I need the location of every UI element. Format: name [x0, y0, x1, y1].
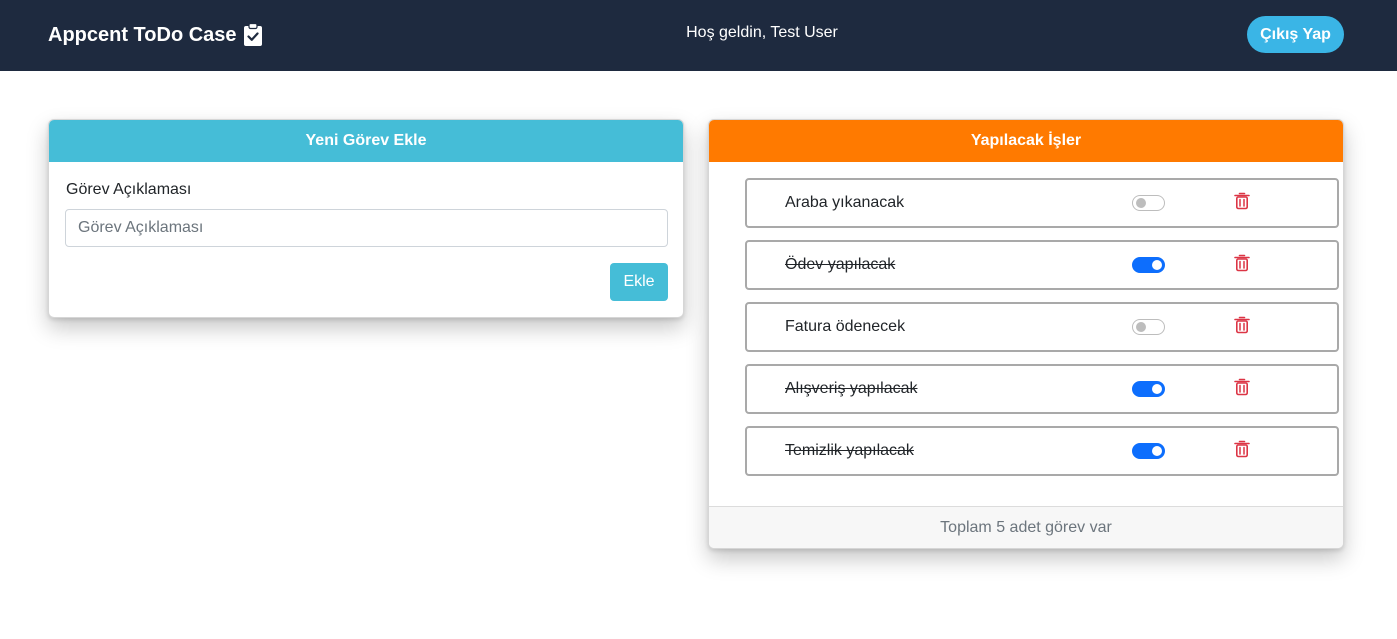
add-task-header: Yeni Görev Ekle [49, 120, 683, 162]
todo-item: Ödev yapılacak [745, 240, 1339, 290]
toggle-knob [1152, 384, 1162, 394]
logout-button[interactable]: Çıkış Yap [1247, 16, 1344, 53]
todo-item: Temizlik yapılacak [745, 426, 1339, 476]
toggle-knob [1136, 322, 1146, 332]
toggle-knob [1152, 260, 1162, 270]
task-description-input[interactable] [65, 209, 668, 247]
trash-icon[interactable] [1234, 316, 1250, 334]
todo-text: Ödev yapılacak [785, 256, 896, 273]
todo-text: Alışveriş yapılacak [785, 380, 918, 397]
todo-text: Temizlik yapılacak [785, 442, 914, 459]
todo-list-card: Yapılacak İşler Araba yıkanacak Ödev yap… [708, 119, 1344, 549]
add-task-card: Yeni Görev Ekle Görev Açıklaması Ekle [48, 119, 684, 318]
todo-list: Araba yıkanacak Ödev yapılacak Fatura öd… [745, 178, 1339, 488]
task-description-label: Görev Açıklaması [66, 181, 192, 198]
welcome-text: Hoş geldin, Test User [686, 24, 838, 41]
todo-item: Alışveriş yapılacak [745, 364, 1339, 414]
todo-list-header: Yapılacak İşler [709, 120, 1343, 162]
complete-toggle[interactable] [1132, 381, 1165, 397]
trash-icon[interactable] [1234, 440, 1250, 458]
todo-item: Fatura ödenecek [745, 302, 1339, 352]
complete-toggle[interactable] [1132, 319, 1165, 335]
trash-icon[interactable] [1234, 378, 1250, 396]
toggle-knob [1136, 198, 1146, 208]
todo-item: Araba yıkanacak [745, 178, 1339, 228]
complete-toggle[interactable] [1132, 257, 1165, 273]
trash-icon[interactable] [1234, 192, 1250, 210]
trash-icon[interactable] [1234, 254, 1250, 272]
task-count-footer: Toplam 5 adet görev var [709, 506, 1343, 548]
complete-toggle[interactable] [1132, 195, 1165, 211]
navbar: Appcent ToDo Case Hoş geldin, Test User … [0, 0, 1397, 71]
toggle-knob [1152, 446, 1162, 456]
complete-toggle[interactable] [1132, 443, 1165, 459]
add-task-button[interactable]: Ekle [610, 263, 668, 301]
todo-text: Araba yıkanacak [785, 194, 905, 211]
todo-text: Fatura ödenecek [785, 318, 906, 335]
